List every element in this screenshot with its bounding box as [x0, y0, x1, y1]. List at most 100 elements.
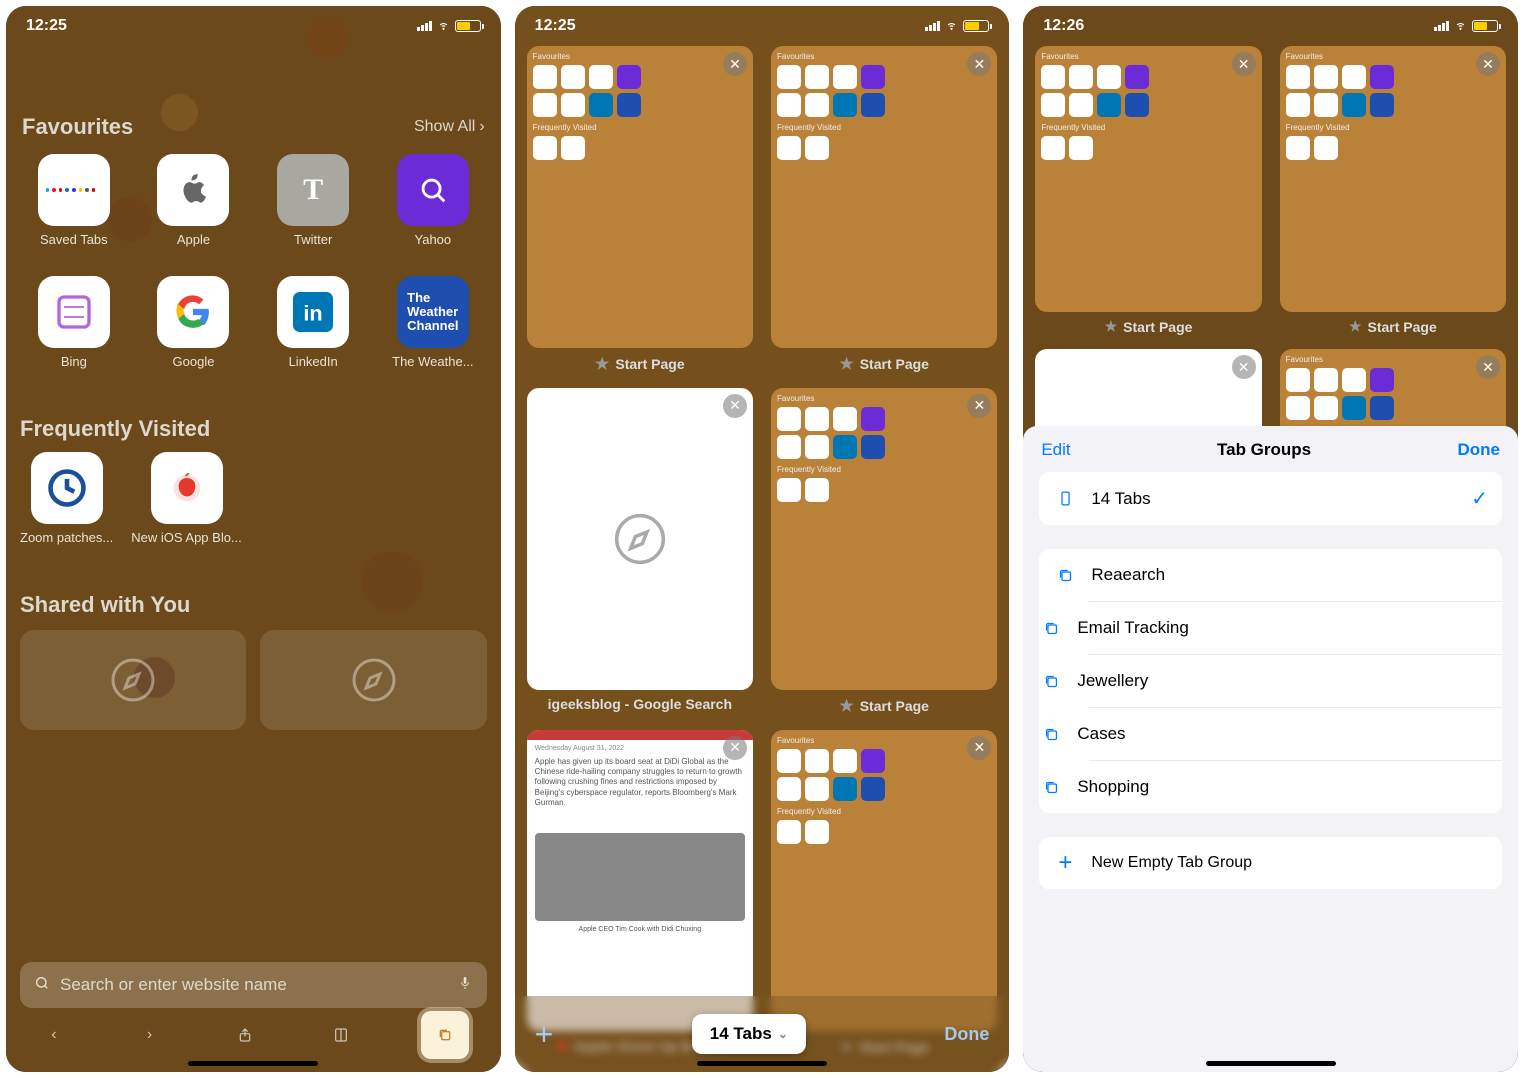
tab-title-label: Start Page: [615, 356, 684, 372]
favourite-bing[interactable]: Bing: [20, 276, 128, 386]
safari-toolbar: ‹ ›: [6, 1010, 501, 1060]
current-tabs-row[interactable]: 14 Tabs ✓: [1039, 472, 1502, 525]
tab-group-icon: [1053, 563, 1077, 587]
bookmarks-button[interactable]: [325, 1019, 357, 1051]
tile-label: Zoom patches...: [20, 530, 113, 562]
freq-zoom[interactable]: Zoom patches...: [20, 452, 113, 562]
tile-label: LinkedIn: [259, 354, 367, 386]
linkedin-icon: in: [277, 276, 349, 348]
address-bar[interactable]: [20, 962, 487, 1008]
edit-button[interactable]: Edit: [1041, 440, 1070, 460]
tab-group-row[interactable]: Shopping: [1089, 760, 1502, 813]
home-indicator: [1206, 1061, 1336, 1066]
tile-label: Bing: [20, 354, 128, 386]
tab-thumbnail[interactable]: Favourites Frequently Visited ✕ ★Start P…: [527, 46, 753, 374]
tab-group-row[interactable]: Email Tracking: [1089, 601, 1502, 654]
tab-groups-sheet: Edit Tab Groups Done 14 Tabs ✓ Reaearch …: [1023, 426, 1518, 1072]
close-tab-button[interactable]: ✕: [723, 52, 747, 76]
close-tab-button[interactable]: ✕: [967, 394, 991, 418]
clock: 12:25: [535, 17, 576, 35]
compass-icon: [109, 656, 157, 704]
favourite-google[interactable]: Google: [140, 276, 248, 386]
tile-label: Apple: [140, 232, 248, 264]
show-all-button[interactable]: Show All ›: [414, 118, 485, 136]
home-indicator: [697, 1061, 827, 1066]
tab-thumbnail[interactable]: Favourites Frequently Visited ✕ ★Start P…: [1280, 46, 1506, 335]
tab-title-label: Start Page: [860, 698, 929, 714]
compass-icon: [350, 656, 398, 704]
tab-group-icon: [1039, 722, 1063, 746]
tab-thumbnail[interactable]: Favourites Frequently Visited ✕ ★Start P…: [771, 46, 997, 374]
chevron-down-icon: ⌄: [778, 1027, 788, 1041]
tab-thumbnail[interactable]: Favourites Frequently Visited ✕ ★Start P…: [771, 388, 997, 716]
tab-group-icon: [1039, 669, 1063, 693]
new-tab-group-row[interactable]: + New Empty Tab Group: [1039, 837, 1502, 889]
screen-1-start-page: 12:25 Favourites Show All ›: [6, 6, 501, 1072]
tab-title-label: Start Page: [1368, 319, 1437, 335]
new-tab-group-label: New Empty Tab Group: [1091, 854, 1252, 872]
cell-signal-icon: [1434, 21, 1449, 31]
favourites-heading: Favourites: [22, 114, 133, 140]
favourite-twitter[interactable]: T Twitter: [259, 154, 367, 264]
share-button[interactable]: [229, 1019, 261, 1051]
close-tab-button[interactable]: ✕: [1476, 52, 1500, 76]
tab-thumbnail[interactable]: Favourites Frequently Visited ✕ ★Start P…: [1035, 46, 1261, 335]
star-icon: ★: [1349, 318, 1362, 335]
done-button[interactable]: Done: [1458, 440, 1501, 460]
wifi-icon: [1454, 18, 1467, 34]
tab-grid: Favourites Frequently Visited ✕ ★Start P…: [515, 6, 1010, 1057]
screen-3-tab-groups-sheet: 12:26 Favourites Frequently Visited ✕ ★S…: [1023, 6, 1518, 1072]
tab-thumbnail[interactable]: ✕ igeeksblog - Google Search: [527, 388, 753, 716]
close-tab-button[interactable]: ✕: [1232, 355, 1256, 379]
mic-icon[interactable]: [457, 975, 473, 996]
weather-icon: TheWeatherChannel: [397, 276, 469, 348]
close-tab-button[interactable]: ✕: [1232, 52, 1256, 76]
search-icon: [34, 975, 50, 996]
tile-label: Twitter: [259, 232, 367, 264]
close-tab-button[interactable]: ✕: [723, 736, 747, 760]
bing-icon: [38, 276, 110, 348]
favourite-linkedin[interactable]: in LinkedIn: [259, 276, 367, 386]
cell-signal-icon: [417, 21, 432, 31]
freq-ios-blog[interactable]: New iOS App Blo...: [131, 452, 242, 562]
plus-icon: +: [1053, 851, 1077, 875]
frequently-visited-heading: Frequently Visited: [20, 416, 487, 442]
star-icon: ★: [839, 354, 853, 374]
tab-title-label: Start Page: [860, 356, 929, 372]
favourite-apple[interactable]: Apple: [140, 154, 248, 264]
tile-label: New iOS App Blo...: [131, 530, 242, 562]
tab-group-row[interactable]: Jewellery: [1089, 654, 1502, 707]
tab-group-label: Shopping: [1077, 777, 1149, 797]
wifi-icon: [437, 18, 450, 34]
tab-groups-section: Reaearch Email Tracking Jewellery Cases …: [1039, 549, 1502, 813]
show-all-label: Show All: [414, 118, 475, 136]
tab-group-selector[interactable]: 14 Tabs ⌄: [692, 1014, 806, 1054]
tab-group-row[interactable]: Cases: [1089, 707, 1502, 760]
close-tab-button[interactable]: ✕: [723, 394, 747, 418]
forward-button[interactable]: ›: [134, 1019, 166, 1051]
tabs-button[interactable]: [421, 1011, 469, 1059]
shared-card[interactable]: [20, 630, 246, 730]
favourite-saved-tabs[interactable]: Saved Tabs: [20, 154, 128, 264]
svg-text:in: in: [304, 300, 323, 325]
favourite-yahoo[interactable]: Yahoo: [379, 154, 487, 264]
star-icon: ★: [1105, 318, 1118, 335]
tab-group-label: Cases: [1077, 724, 1125, 744]
back-button[interactable]: ‹: [38, 1019, 70, 1051]
twitter-icon: T: [277, 154, 349, 226]
tab-title-label: Start Page: [1123, 319, 1192, 335]
new-tab-button[interactable]: +: [535, 1016, 554, 1053]
status-bar: 12:26: [1023, 6, 1518, 46]
done-button[interactable]: Done: [944, 1024, 989, 1045]
clock: 12:25: [26, 17, 67, 35]
tab-group-icon: [1039, 775, 1063, 799]
tile-label: The Weathe...: [379, 354, 487, 386]
close-tab-button[interactable]: ✕: [967, 736, 991, 760]
shared-card[interactable]: [260, 630, 486, 730]
favourite-weather[interactable]: TheWeatherChannel The Weathe...: [379, 276, 487, 386]
search-input[interactable]: [60, 975, 447, 995]
yahoo-icon: [397, 154, 469, 226]
battery-icon: [1472, 20, 1498, 32]
tab-group-row[interactable]: Reaearch: [1039, 549, 1502, 601]
tab-group-label: Jewellery: [1077, 671, 1148, 691]
